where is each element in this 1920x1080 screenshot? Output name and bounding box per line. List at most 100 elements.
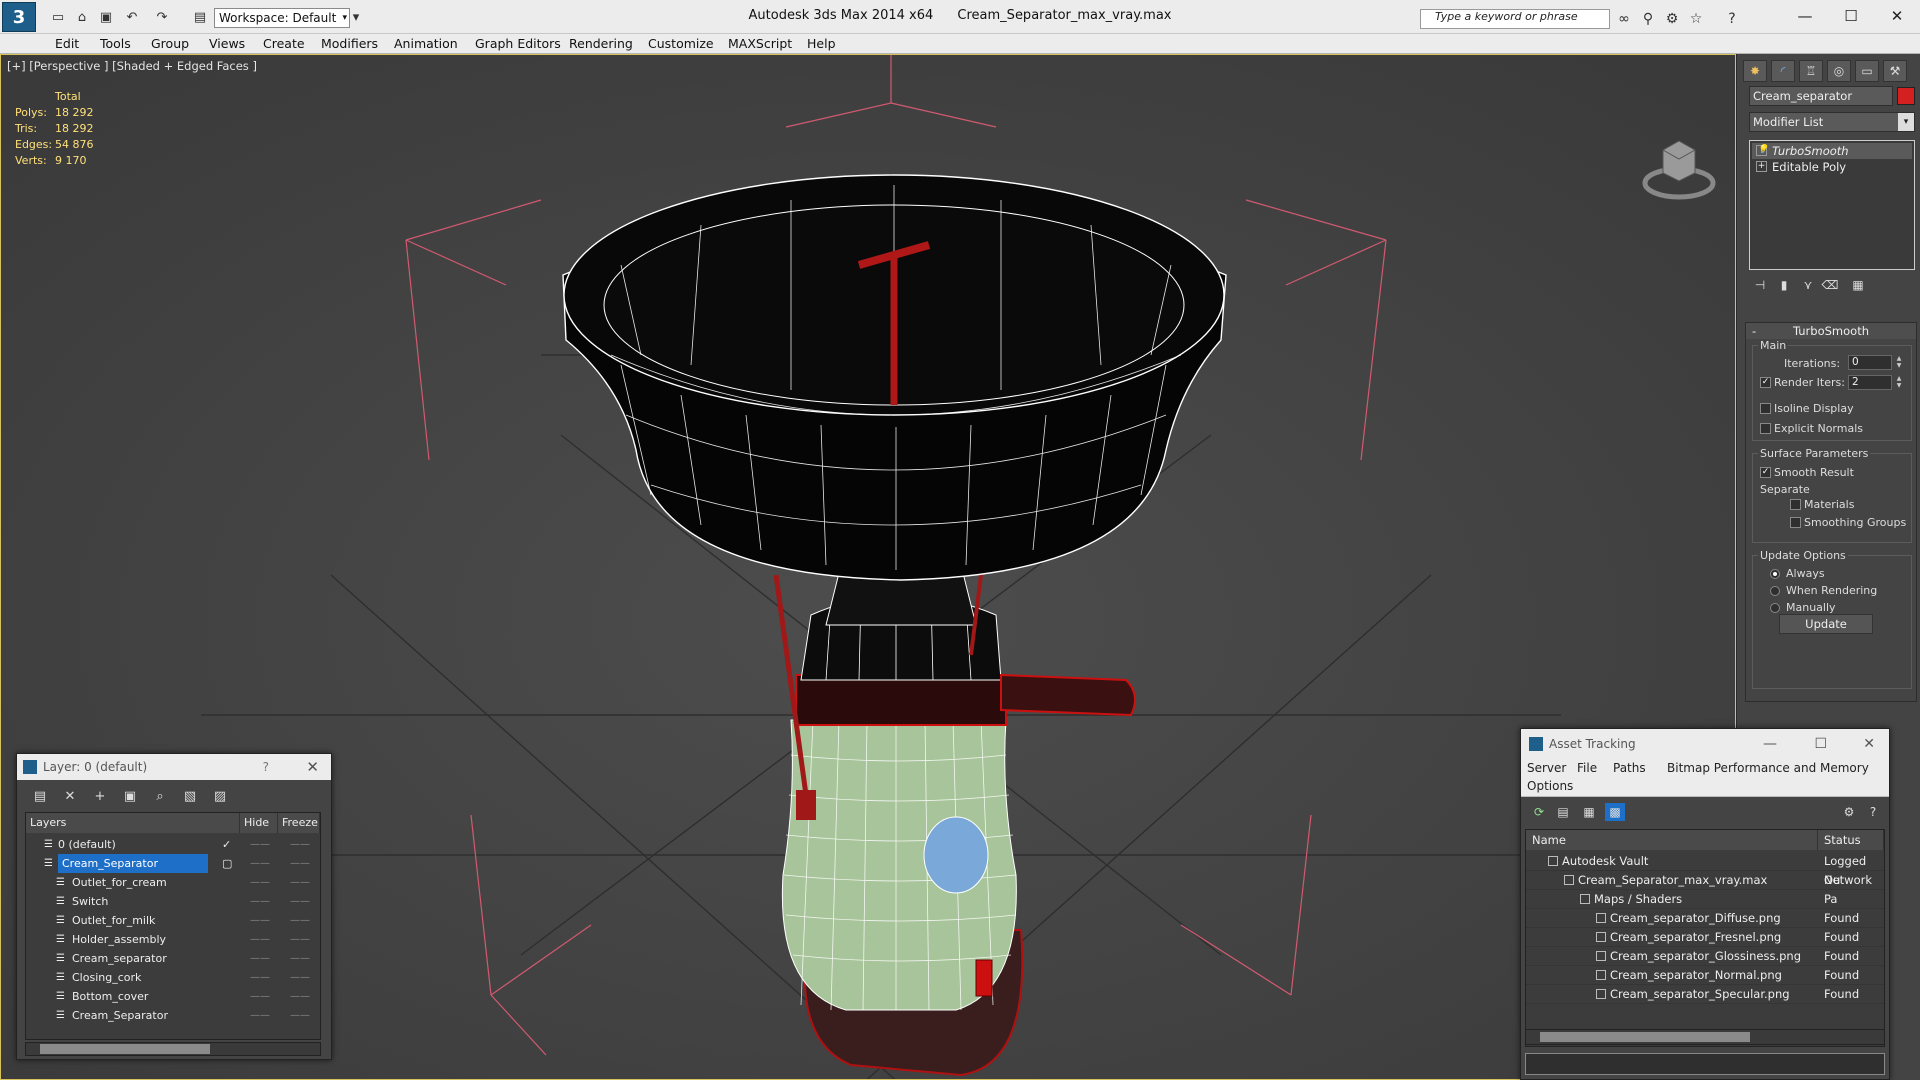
scrollbar-thumb[interactable]	[1540, 1032, 1750, 1042]
render-iters-checkbox[interactable]: ✓	[1760, 377, 1771, 388]
horizontal-scrollbar[interactable]	[25, 1042, 321, 1056]
utilities-tab-icon[interactable]: ⚒	[1883, 60, 1907, 82]
asset-path-field[interactable]	[1525, 1053, 1885, 1075]
asset-row[interactable]: Cream_separator_Specular.png Found	[1526, 985, 1884, 1004]
favorites-star-icon[interactable]: ☆	[1686, 9, 1706, 29]
thumbnail-view-icon[interactable]: ▦	[1579, 803, 1599, 821]
menu-options[interactable]: Options	[1527, 779, 1573, 793]
menu-graph-editors[interactable]: Graph Editors	[475, 36, 561, 51]
col-header-status[interactable]: Status	[1818, 830, 1884, 850]
motion-tab-icon[interactable]: ◎	[1827, 60, 1851, 82]
pin-stack-icon[interactable]: ⊣	[1751, 276, 1769, 294]
new-file-icon[interactable]: ▭	[48, 8, 68, 26]
freeze-toggle[interactable]: ——	[290, 987, 310, 1006]
open-folder-icon[interactable]: ⌂	[72, 8, 92, 26]
hide-toggle[interactable]: ——	[250, 949, 270, 968]
hierarchy-tab-icon[interactable]: ♖	[1799, 60, 1823, 82]
subscription-key-icon[interactable]: ⚲	[1638, 9, 1658, 29]
asset-row[interactable]: Cream_separator_Diffuse.png Found	[1526, 909, 1884, 928]
menu-maxscript[interactable]: MAXScript	[728, 36, 792, 51]
rollout-header[interactable]: - TurboSmooth	[1746, 323, 1916, 339]
highlight-layer-icon[interactable]: ⌕	[149, 786, 171, 806]
menu-animation[interactable]: Animation	[394, 36, 458, 51]
freeze-toggle[interactable]: ——	[290, 892, 310, 911]
asset-table[interactable]: Name Status Autodesk Vault Logged Ou Cream…	[1525, 829, 1885, 1047]
iterations-spinner[interactable]: 0	[1848, 355, 1892, 370]
remove-modifier-icon[interactable]: ⌫	[1821, 276, 1839, 294]
horizontal-scrollbar[interactable]	[1525, 1029, 1885, 1045]
select-objects-icon[interactable]: ▣	[119, 786, 141, 806]
hide-toggle[interactable]: ——	[250, 835, 270, 854]
menu-group[interactable]: Group	[151, 36, 189, 51]
menu-paths[interactable]: Paths	[1613, 761, 1646, 775]
menu-customize[interactable]: Customize	[648, 36, 714, 51]
explicit-normals-checkbox[interactable]	[1760, 423, 1771, 434]
communication-icon[interactable]: ⚙	[1662, 9, 1682, 29]
menu-rendering[interactable]: Rendering	[569, 36, 633, 51]
asset-row[interactable]: Cream_Separator_max_vray.max Network Pa	[1526, 871, 1884, 906]
freeze-toggle[interactable]: ——	[290, 968, 310, 987]
display-tab-icon[interactable]: ▭	[1855, 60, 1879, 82]
layer-row[interactable]: ☰ Cream_Separator —— ——	[26, 1006, 320, 1025]
current-layer-check-icon[interactable]: ✓	[222, 835, 231, 854]
asset-row[interactable]: Maps / Shaders	[1526, 890, 1884, 909]
menu-server[interactable]: Server	[1527, 761, 1566, 775]
viewport-label-menu[interactable]: [+] [Perspective ] [Shaded + Edged Faces…	[7, 59, 257, 73]
stack-item-turbosmooth[interactable]: 💡 TurboSmooth	[1752, 143, 1912, 159]
layer-row[interactable]: ☰ Closing_cork —— ——	[26, 968, 320, 987]
show-end-result-icon[interactable]: ▮	[1775, 276, 1793, 294]
add-to-layer-icon[interactable]: +	[89, 786, 111, 806]
expand-plus-icon[interactable]: +	[1756, 161, 1767, 172]
table-view-icon[interactable]: ▩	[1605, 803, 1625, 821]
maximize-button[interactable]: ☐	[1828, 0, 1874, 32]
freeze-toggle[interactable]: ——	[290, 949, 310, 968]
manually-radio[interactable]	[1770, 603, 1780, 613]
menu-edit[interactable]: Edit	[55, 36, 79, 51]
hide-toggle[interactable]: ——	[250, 911, 270, 930]
make-unique-icon[interactable]: ⋎	[1799, 276, 1817, 294]
modify-tab-icon[interactable]: ◜	[1771, 60, 1795, 82]
vault-status-icon[interactable]: ⚙	[1839, 803, 1859, 821]
col-header-name[interactable]: Name	[1526, 830, 1818, 850]
layer-row[interactable]: ☰ Outlet_for_milk —— ——	[26, 911, 320, 930]
help-button[interactable]: ?	[263, 754, 269, 780]
menu-tools[interactable]: Tools	[100, 36, 131, 51]
set-current-layer-icon[interactable]: ▢	[222, 854, 232, 873]
help-icon[interactable]: ?	[1722, 9, 1742, 29]
spinner-arrows-icon[interactable]: ▲ ▼	[1894, 355, 1904, 370]
hide-toggle[interactable]: ——	[250, 1006, 270, 1025]
maximize-icon[interactable]: ☐	[1814, 729, 1827, 759]
freeze-all-layers-icon[interactable]: ▨	[209, 786, 231, 806]
always-radio[interactable]	[1770, 569, 1780, 579]
freeze-toggle[interactable]: ——	[290, 1006, 310, 1025]
menu-modifiers[interactable]: Modifiers	[321, 36, 378, 51]
minimize-button[interactable]: —	[1782, 0, 1828, 32]
search-input[interactable]: Type a keyword or phrase	[1420, 9, 1610, 29]
redo-icon[interactable]: ↷	[152, 8, 172, 26]
stack-item-editable-poly[interactable]: + Editable Poly	[1752, 159, 1912, 175]
layer-row[interactable]: ☰ Cream_Separator —— —— ▢	[26, 854, 320, 873]
hide-toggle[interactable]: ——	[250, 892, 270, 911]
undo-icon[interactable]: ↶	[122, 8, 142, 26]
asset-row[interactable]: Cream_separator_Glossiness.png Found	[1526, 947, 1884, 966]
object-name-field[interactable]: Cream_separator	[1749, 86, 1893, 106]
workspace-dropdown[interactable]: Workspace: Default ▾	[214, 8, 350, 28]
layer-row[interactable]: ☰ Outlet_for_cream —— ——	[26, 873, 320, 892]
refresh-icon[interactable]: ⟳	[1529, 803, 1549, 821]
minimize-icon[interactable]: —	[1763, 729, 1777, 759]
layer-row[interactable]: ☰ Bottom_cover —— ——	[26, 987, 320, 1006]
asset-row[interactable]: Cream_separator_Normal.png Found	[1526, 966, 1884, 985]
project-folder-icon[interactable]: ▤	[190, 8, 210, 26]
menu-help[interactable]: Help	[807, 36, 836, 51]
update-button[interactable]: Update	[1779, 614, 1873, 634]
hide-toggle[interactable]: ——	[250, 987, 270, 1006]
close-icon[interactable]: ✕	[306, 754, 319, 780]
asset-row[interactable]: Autodesk Vault Logged Ou	[1526, 852, 1884, 887]
freeze-toggle[interactable]: ——	[290, 854, 310, 873]
freeze-toggle[interactable]: ——	[290, 835, 310, 854]
scrollbar-thumb[interactable]	[40, 1044, 210, 1054]
smooth-result-checkbox[interactable]: ✓	[1760, 467, 1771, 478]
save-icon[interactable]: ▣	[96, 8, 116, 26]
freeze-toggle[interactable]: ——	[290, 873, 310, 892]
create-tab-icon[interactable]: ✸	[1743, 60, 1767, 82]
